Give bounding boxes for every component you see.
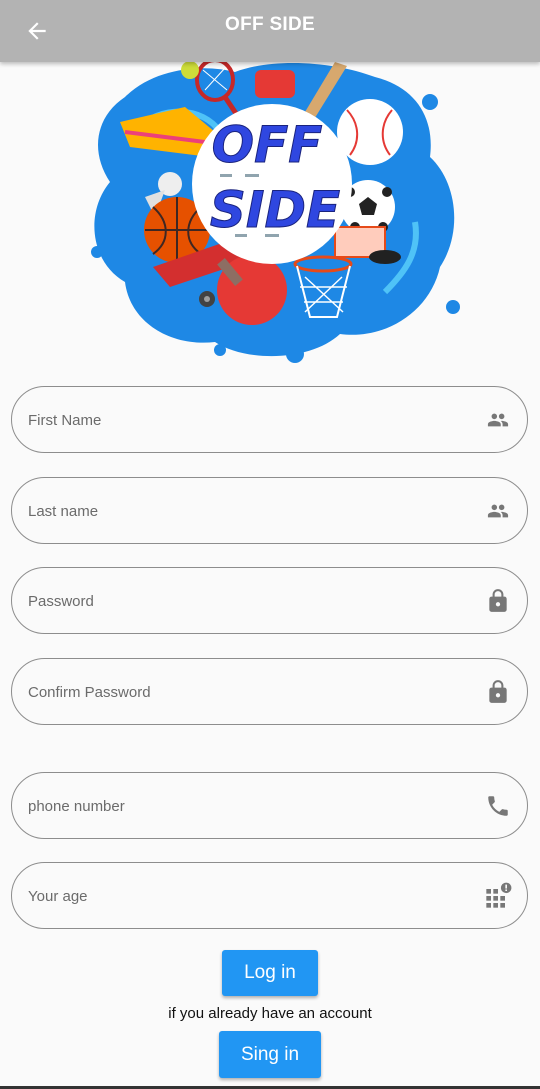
- last-name-field[interactable]: [11, 477, 528, 545]
- phone-number-input[interactable]: [26, 773, 470, 840]
- dialpad-alert-icon: [483, 882, 513, 910]
- logo-text-side: SIDE: [210, 181, 340, 239]
- age-field[interactable]: [11, 862, 528, 930]
- lock-icon: [483, 587, 513, 615]
- confirm-password-input[interactable]: [26, 659, 470, 726]
- log-in-button[interactable]: Log in: [222, 950, 318, 996]
- password-field[interactable]: [11, 567, 528, 635]
- people-icon: [483, 497, 513, 525]
- phone-number-field[interactable]: [11, 772, 528, 840]
- page-title: OFF SIDE: [224, 14, 315, 35]
- age-input[interactable]: [26, 863, 470, 930]
- phone-icon: [483, 792, 513, 820]
- sign-in-button[interactable]: Sing in: [219, 1031, 321, 1078]
- logo-text-off: OFF: [212, 116, 323, 174]
- last-name-input[interactable]: [26, 478, 470, 545]
- app-bar: OFF SIDE: [0, 0, 540, 62]
- off-side-logo: OFF SIDE: [91, 62, 460, 363]
- first-name-input[interactable]: [26, 387, 470, 454]
- confirm-password-field[interactable]: [11, 658, 528, 726]
- password-input[interactable]: [26, 568, 470, 635]
- lock-icon: [483, 678, 513, 706]
- first-name-field[interactable]: [11, 386, 528, 454]
- people-icon: [483, 406, 513, 434]
- account-hint-text: if you already have an account: [168, 1005, 372, 1022]
